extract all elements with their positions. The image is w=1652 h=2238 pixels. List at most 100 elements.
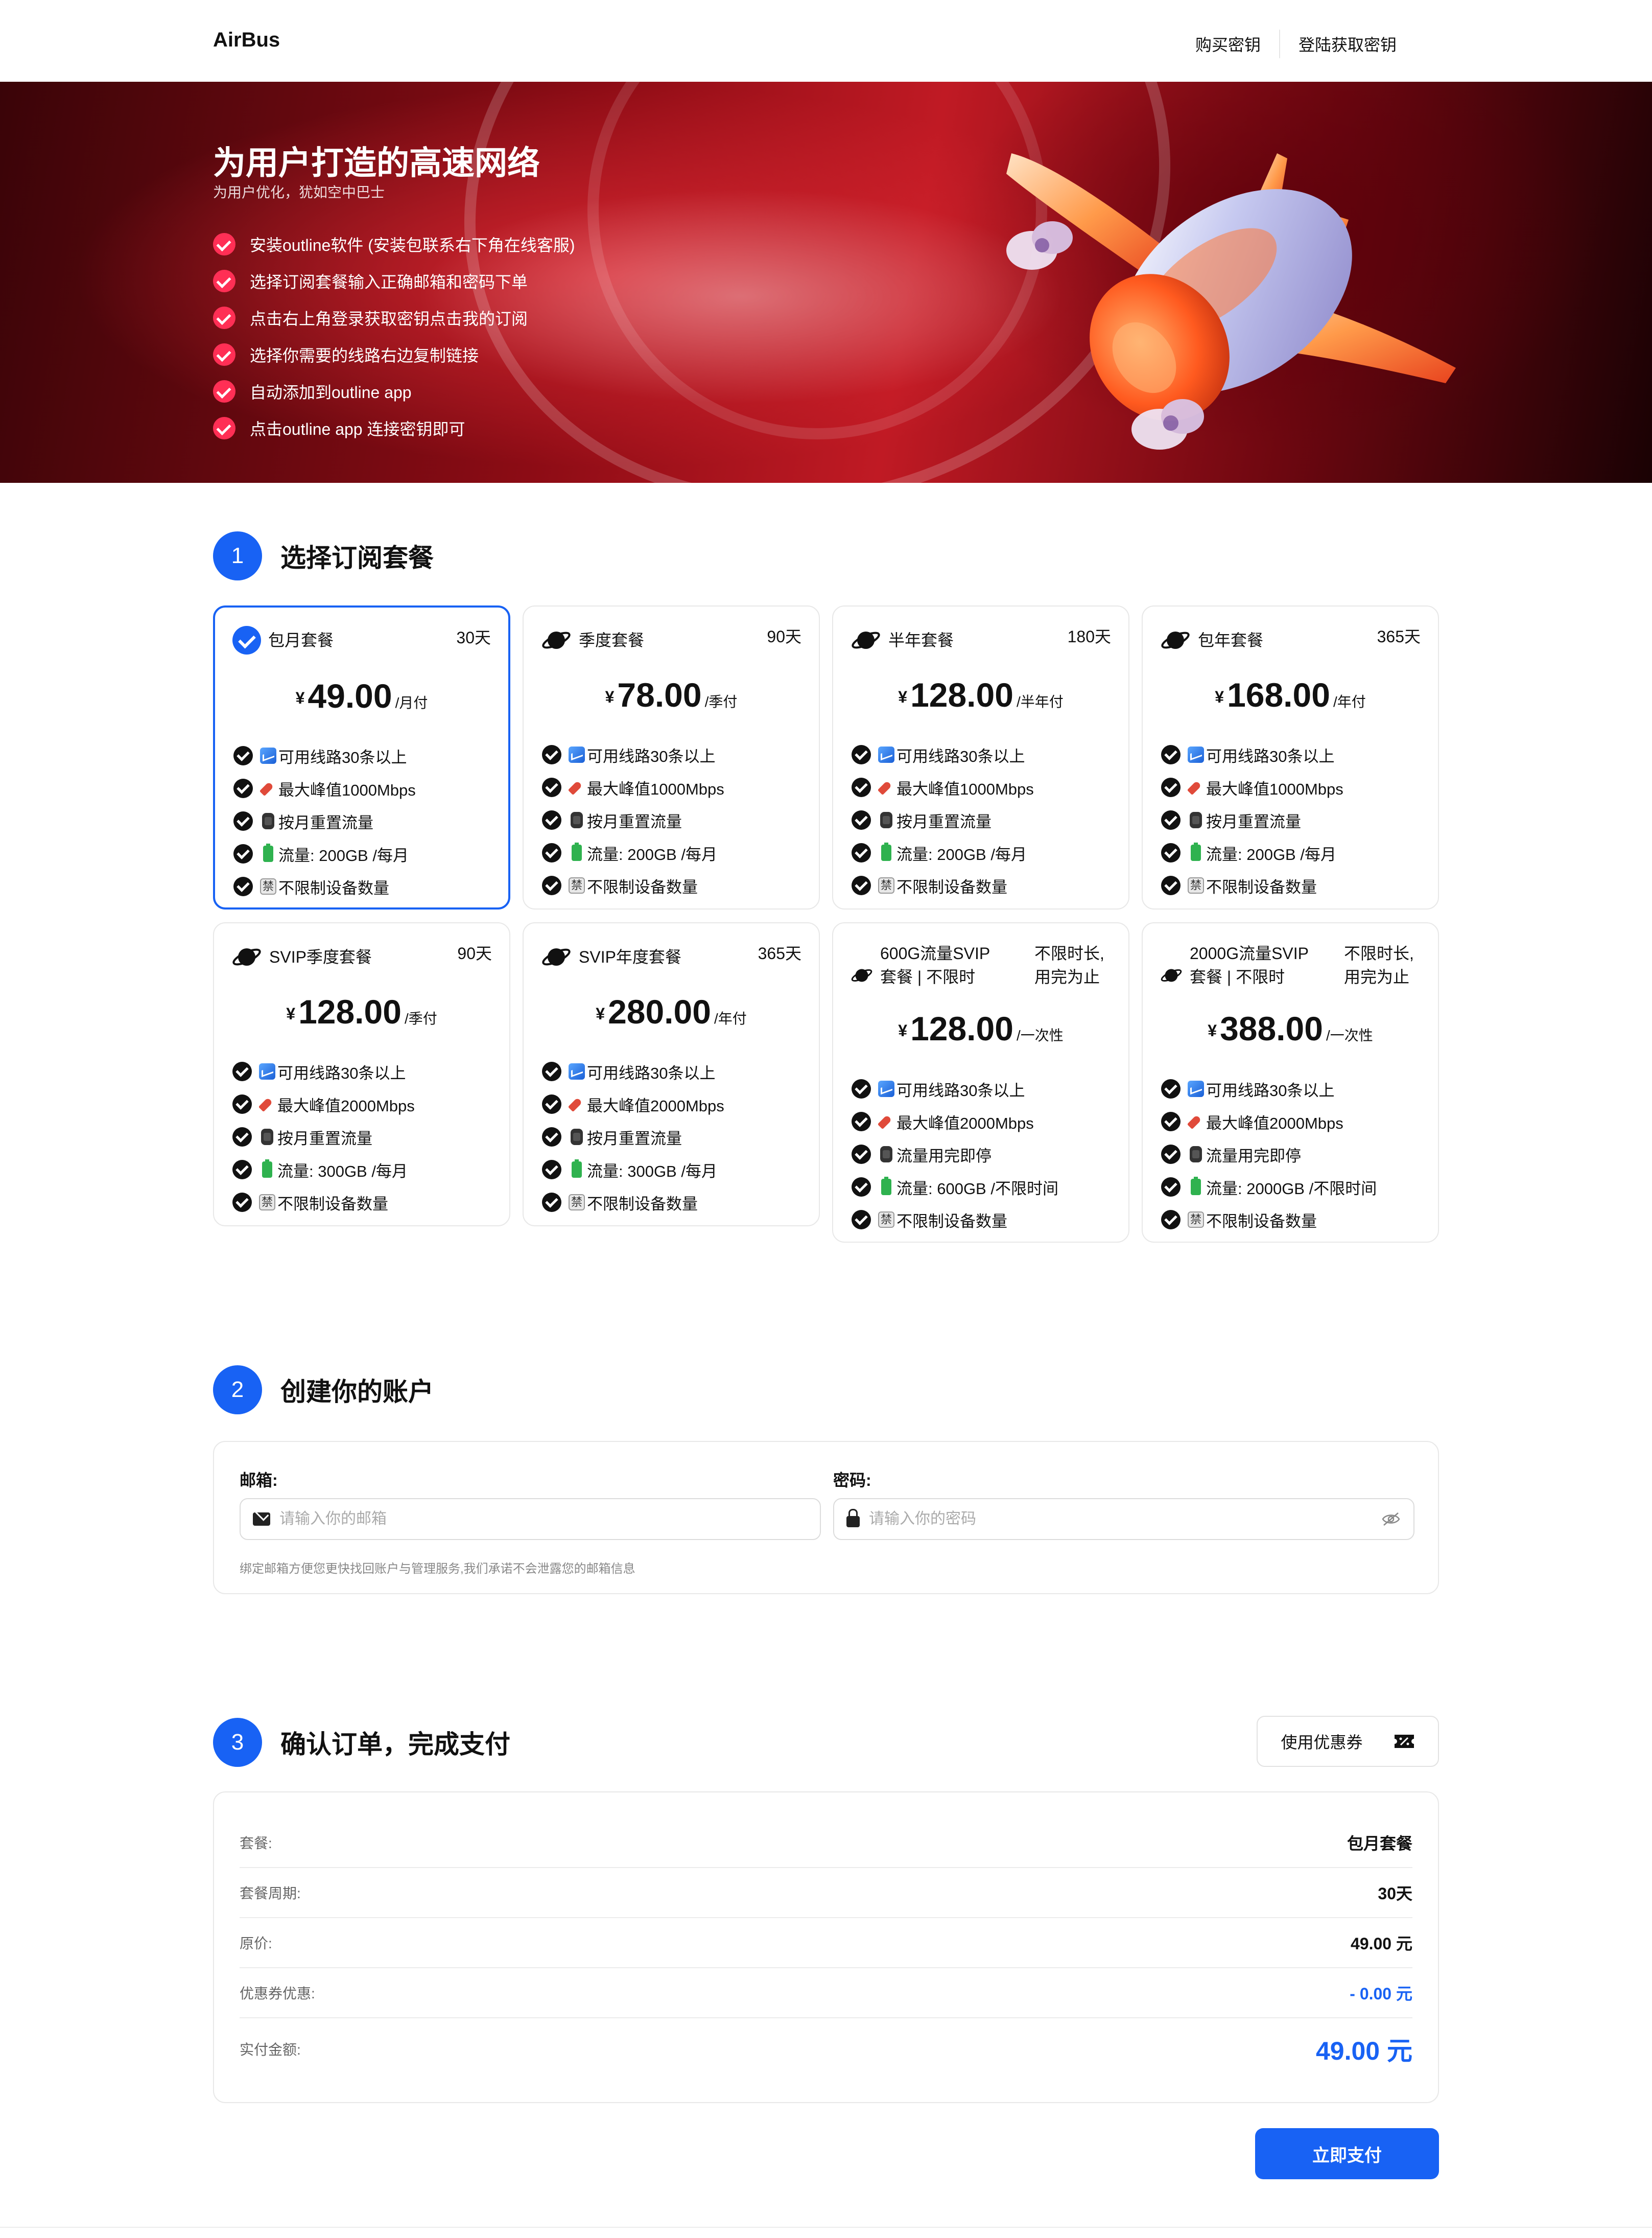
email-hint: 绑定邮箱方便您更快找回账户与管理服务,我们承诺不会泄露您的邮箱信息 <box>240 1562 635 1576</box>
plan-card-2000g-svip[interactable]: 2000G流量SVIP套餐 | 不限时 不限时长,用完为止 ¥388.00/一次… <box>1142 922 1439 1243</box>
feature-item: 流量: 200GB /每月 <box>1161 836 1343 869</box>
plan-price: ¥280.00/年付 <box>524 992 819 1031</box>
feature-item: 流量: 300GB /每月 <box>232 1153 415 1186</box>
step-number-badge: 2 <box>213 1365 262 1414</box>
plan-card-monthly[interactable]: 包月套餐 30天 ¥49.00/月付 可用线路30条以上 最大峰值1000Mbp… <box>213 605 510 910</box>
hero-step-text: 安装outline软件 (安装包联系右下角在线客服) <box>250 236 575 254</box>
feature-text: 最大峰值2000Mbps <box>896 1114 1034 1132</box>
nav-divider <box>1279 30 1280 58</box>
feature-text: 最大峰值2000Mbps <box>277 1097 415 1115</box>
plan-duration: 30天 <box>456 628 491 647</box>
price-period: /季付 <box>704 694 738 710</box>
plan-name-text: 2000G流量SVIP套餐 | 不限时 <box>1190 944 1309 986</box>
section-title-plans: 1 选择订阅套餐 <box>213 531 434 580</box>
hero-step: 选择你需要的线路右边复制链接 <box>213 336 575 373</box>
plan-features: 可用线路30条以上 最大峰值2000Mbps 按月重置流量 流量: 300GB … <box>232 1055 415 1219</box>
check-circle-icon <box>213 307 235 329</box>
feature-item: 禁不限制设备数量 <box>542 869 724 902</box>
feature-item: 最大峰值2000Mbps <box>852 1105 1058 1138</box>
rocket-icon <box>1188 1113 1204 1130</box>
check-circle-icon <box>1161 810 1181 830</box>
check-circle-icon <box>542 876 561 895</box>
step-number-badge: 1 <box>213 531 262 580</box>
use-coupon-button[interactable]: 使用优惠券 <box>1257 1716 1439 1767</box>
plan-card-600g-svip[interactable]: 600G流量SVIP套餐 | 不限时 不限时长,用完为止 ¥128.00/一次性… <box>832 922 1129 1243</box>
prohibited-icon: 禁 <box>878 877 894 894</box>
prohibited-icon: 禁 <box>260 878 276 895</box>
order-value: 49.00 元 <box>1351 1934 1412 1953</box>
plan-card-half-year[interactable]: 半年套餐 180天 ¥128.00/半年付 可用线路30条以上 最大峰值1000… <box>832 605 1129 910</box>
plan-price: ¥128.00/一次性 <box>833 1009 1128 1048</box>
check-circle-icon <box>1161 1177 1181 1197</box>
feature-item: 可用线路30条以上 <box>542 1055 724 1088</box>
hero-step-text: 自动添加到outline app <box>250 383 412 402</box>
plan-card-quarterly[interactable]: 季度套餐 90天 ¥78.00/季付 可用线路30条以上 最大峰值1000Mbp… <box>523 605 820 910</box>
check-circle-icon <box>852 876 871 895</box>
feature-text: 不限制设备数量 <box>277 1195 388 1213</box>
feature-text: 按月重置流量 <box>277 1129 372 1148</box>
order-row-total: 实付金额: 49.00 元 <box>240 2018 1412 2080</box>
hero-step: 点击outline app 连接密钥即可 <box>213 410 575 447</box>
order-key: 实付金额: <box>240 2042 301 2058</box>
order-key: 套餐周期: <box>240 1885 301 1901</box>
chart-icon <box>1188 747 1204 763</box>
feature-text: 最大峰值1000Mbps <box>1206 780 1343 798</box>
battery-icon <box>881 1177 891 1195</box>
email-field[interactable] <box>240 1498 821 1540</box>
feature-item: 按月重置流量 <box>233 805 416 837</box>
plan-card-header: 2000G流量SVIP套餐 | 不限时 不限时长,用完为止 <box>1160 942 1421 989</box>
plan-card-svip-quarterly[interactable]: SVIP季度套餐 90天 ¥128.00/季付 可用线路30条以上 最大峰值20… <box>213 922 510 1226</box>
password-input[interactable] <box>869 1510 1381 1528</box>
chart-icon <box>259 1063 275 1080</box>
password-field[interactable] <box>833 1498 1414 1540</box>
rocket-icon <box>569 1096 585 1112</box>
pay-now-button[interactable]: 立即支付 <box>1255 2128 1439 2179</box>
feature-text: 不限制设备数量 <box>587 1195 698 1213</box>
plan-name: 2000G流量SVIP套餐 | 不限时 <box>1160 942 1313 989</box>
feature-item: 可用线路30条以上 <box>542 738 724 771</box>
prohibited-icon: 禁 <box>1188 1211 1204 1228</box>
brand-logo[interactable]: AirBus <box>213 29 280 52</box>
price-period: /年付 <box>714 1011 747 1027</box>
price-period: /半年付 <box>1016 694 1064 710</box>
plan-name: SVIP季度套餐 <box>231 942 372 972</box>
feature-item: 禁不限制设备数量 <box>232 1186 415 1219</box>
footer-divider <box>0 2227 1652 2228</box>
section-heading: 创建你的账户 <box>280 1378 434 1406</box>
feature-text: 流量: 200GB /每月 <box>896 845 1027 864</box>
check-circle-icon <box>233 844 253 864</box>
check-circle-icon <box>852 1145 871 1164</box>
plan-name-text: 600G流量SVIP套餐 | 不限时 <box>880 944 990 986</box>
plan-features: 可用线路30条以上 最大峰值2000Mbps 流量用完即停 流量: 2000GB… <box>1161 1073 1377 1236</box>
plan-card-header: 包月套餐 30天 <box>232 626 491 655</box>
check-circle-icon <box>213 233 235 255</box>
order-key: 套餐: <box>240 1835 272 1851</box>
eye-off-icon[interactable] <box>1381 1511 1401 1527</box>
check-circle-icon <box>542 1160 561 1179</box>
plan-card-yearly[interactable]: 包年套餐 365天 ¥168.00/年付 可用线路30条以上 最大峰值1000M… <box>1142 605 1439 910</box>
plan-card-svip-yearly[interactable]: SVIP年度套餐 365天 ¥280.00/年付 可用线路30条以上 最大峰值2… <box>523 922 820 1226</box>
battery-icon <box>572 1159 582 1178</box>
feature-text: 最大峰值1000Mbps <box>896 780 1034 798</box>
order-row-period: 套餐周期: 30天 <box>240 1868 1412 1918</box>
feature-text: 可用线路30条以上 <box>587 747 716 765</box>
plan-price: ¥128.00/季付 <box>214 992 509 1031</box>
nav-login-get-key[interactable]: 登陆获取密钥 <box>1282 32 1413 56</box>
plan-card-header: 季度套餐 90天 <box>541 625 801 656</box>
check-circle-icon <box>1161 1079 1181 1099</box>
check-circle-icon <box>233 877 253 896</box>
plan-card-header: 包年套餐 365天 <box>1160 625 1421 656</box>
check-circle-icon <box>213 417 235 439</box>
rocket-icon <box>569 779 585 796</box>
check-circle-icon <box>213 343 235 366</box>
battery-icon <box>572 843 582 861</box>
battery-icon <box>1191 1177 1201 1195</box>
check-circle-icon <box>852 1112 871 1131</box>
email-input[interactable] <box>279 1510 808 1528</box>
check-circle-icon <box>232 1193 252 1212</box>
feature-item: 最大峰值1000Mbps <box>233 772 416 805</box>
watch-icon <box>571 812 583 828</box>
nav-buy-key[interactable]: 购买密钥 <box>1179 32 1277 56</box>
feature-text: 按月重置流量 <box>1206 812 1301 831</box>
email-label: 邮箱: <box>240 1471 278 1489</box>
